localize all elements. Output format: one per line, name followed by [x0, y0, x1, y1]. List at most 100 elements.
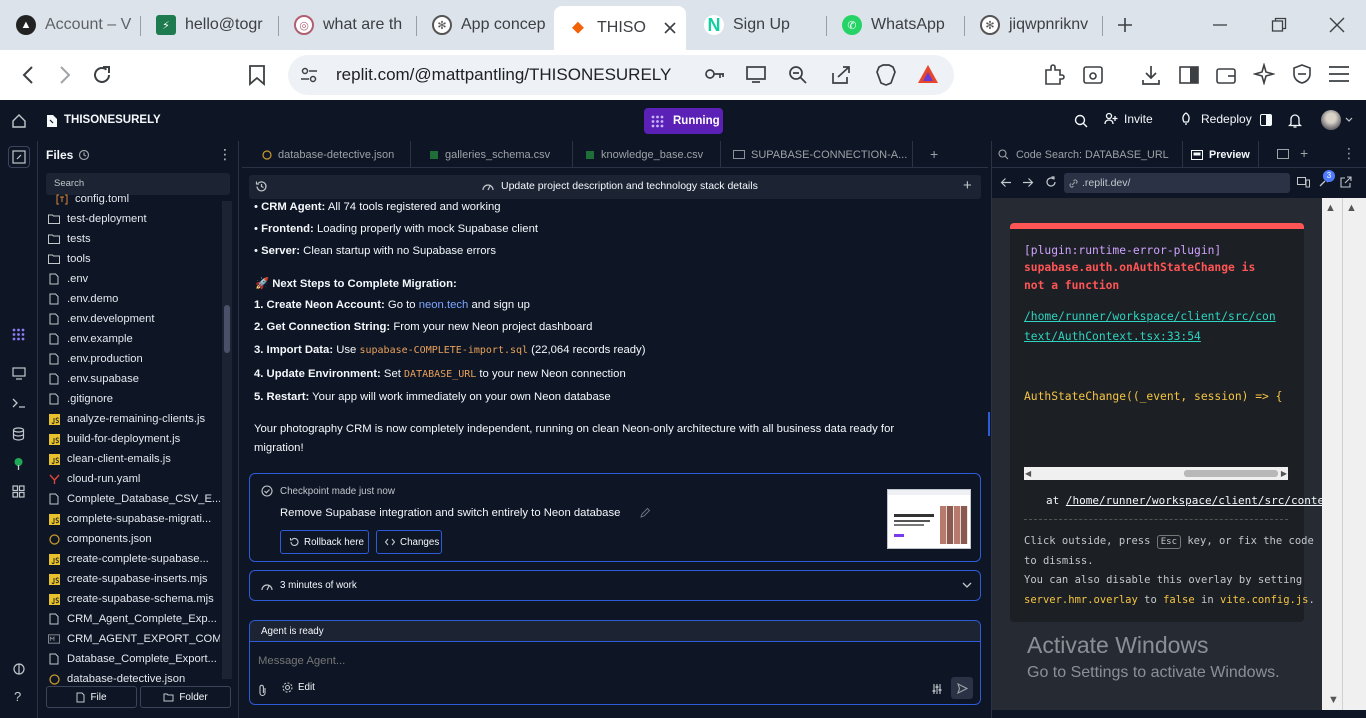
file-item[interactable]: .env.development — [48, 309, 220, 329]
pane-icon[interactable] — [1277, 149, 1289, 159]
agent-message-input[interactable] — [258, 651, 958, 671]
extensions-icon[interactable] — [1043, 64, 1065, 86]
bookmark-icon[interactable] — [248, 64, 266, 86]
key-icon[interactable] — [704, 65, 726, 83]
file-item[interactable]: cloud-run.yaml — [48, 469, 220, 489]
scroll-up-icon[interactable]: ▲ — [1325, 202, 1336, 214]
scroll-right-icon[interactable]: ▶ — [1281, 469, 1287, 478]
site-settings-icon[interactable] — [300, 67, 318, 83]
all-tools-icon[interactable] — [12, 485, 25, 498]
redeploy-button[interactable]: Redeploy — [1179, 112, 1252, 126]
stack-path[interactable]: /home/runner/workspace/client/src/contex — [1066, 494, 1331, 507]
file-scrollbar[interactable] — [222, 201, 232, 679]
zoom-icon[interactable] — [788, 65, 808, 85]
restore-icon[interactable] — [1271, 17, 1287, 33]
file-item[interactable]: .env.example — [48, 329, 220, 349]
browser-tab[interactable]: ⚡ hello@togr — [142, 6, 276, 44]
add-tab-icon[interactable]: + — [1300, 145, 1308, 161]
neon-link[interactable]: neon.tech — [419, 299, 469, 311]
more-options-icon[interactable]: ⋮ — [218, 147, 232, 161]
file-item[interactable]: Database_Complete_Export... — [48, 649, 220, 669]
back-icon[interactable] — [1000, 177, 1012, 188]
close-window-icon[interactable] — [1329, 17, 1345, 33]
monitor-icon[interactable] — [12, 367, 26, 380]
error-file-link[interactable]: text/AuthContext.tsx:33:54 — [1024, 330, 1201, 343]
leo-ai-icon[interactable] — [1253, 63, 1275, 85]
file-item[interactable]: .gitignore — [48, 389, 220, 409]
file-item[interactable]: CRM_Agent_Complete_Exp... — [48, 609, 220, 629]
brave-shield-icon[interactable] — [876, 64, 896, 86]
editor-tab[interactable]: database-detective.json — [250, 141, 411, 168]
downloads-icon[interactable] — [1140, 64, 1162, 86]
editor-tab[interactable]: knowledge_base.csv — [573, 141, 721, 168]
install-app-icon[interactable] — [746, 65, 768, 83]
folder-item[interactable]: tests — [48, 229, 220, 249]
wallet-icon[interactable] — [1215, 64, 1237, 86]
attach-icon[interactable] — [258, 684, 267, 697]
code-horizontal-scrollbar[interactable]: ◀ ▶ — [1024, 467, 1288, 480]
file-item[interactable]: Complete_Database_CSV_E... — [48, 489, 220, 509]
more-options-icon[interactable]: ⋮ — [1342, 145, 1356, 162]
forward-icon[interactable] — [1022, 177, 1034, 188]
editor-tab[interactable]: galleries_schema.csv — [417, 141, 573, 168]
checkpoint-thumbnail[interactable] — [887, 489, 971, 549]
file-item[interactable]: build-for-deployment.js — [48, 429, 220, 449]
tree-icon[interactable] — [12, 457, 25, 471]
database-icon[interactable] — [12, 427, 25, 441]
browser-tab[interactable]: ✻ App concep — [418, 6, 552, 44]
bell-icon[interactable] — [1288, 113, 1302, 128]
project-name[interactable]: THISONESURELY — [64, 114, 161, 126]
file-item[interactable]: .env.production — [48, 349, 220, 369]
sliders-icon[interactable] — [931, 683, 943, 695]
shell-icon[interactable] — [12, 397, 26, 409]
avatar[interactable] — [1321, 110, 1341, 130]
file-item[interactable]: clean-client-emails.js — [48, 449, 220, 469]
file-item[interactable]: config.toml — [56, 189, 228, 209]
help-icon[interactable]: ? — [14, 689, 21, 704]
workflow-dots-icon[interactable] — [12, 328, 25, 341]
browser-tab[interactable]: ▲ Account – V — [2, 6, 138, 44]
run-button[interactable]: Running — [644, 108, 723, 134]
brave-rewards-icon[interactable] — [917, 64, 939, 84]
resize-handle[interactable] — [988, 412, 990, 436]
browser-tab-active[interactable]: ⬥ THISO — [554, 6, 686, 50]
file-item[interactable]: create-supabase-inserts.mjs — [48, 569, 220, 589]
invite-button[interactable]: Invite — [1104, 112, 1153, 126]
file-item[interactable]: .env — [48, 269, 220, 289]
files-toggle-icon[interactable] — [8, 146, 30, 168]
new-chat-icon[interactable]: + — [963, 177, 972, 194]
pane-divider[interactable] — [238, 141, 242, 718]
file-item[interactable]: create-complete-supabase... — [48, 549, 220, 569]
scroll-left-icon[interactable]: ◀ — [1025, 469, 1031, 478]
reload-icon[interactable] — [1045, 176, 1057, 188]
browser-tab[interactable]: N Sign Up — [690, 6, 824, 44]
home-icon[interactable] — [12, 114, 26, 128]
changes-button[interactable]: Changes — [376, 530, 442, 554]
browser-tab[interactable]: ✻ jiqwpnriknv — [966, 6, 1100, 44]
close-icon[interactable] — [664, 22, 676, 34]
new-tab-icon[interactable] — [1116, 16, 1134, 34]
code-search-tab[interactable]: Code Search: DATABASE_URL — [998, 141, 1169, 168]
file-item[interactable]: create-supabase-schema.mjs — [48, 589, 220, 609]
preview-scrollbars[interactable]: ▲ ▲ ▼ — [1322, 198, 1366, 710]
rollback-button[interactable]: Rollback here — [280, 530, 369, 554]
history-icon[interactable] — [78, 149, 90, 161]
chevron-down-icon[interactable] — [962, 582, 972, 589]
minimize-icon[interactable] — [1212, 18, 1228, 32]
work-summary[interactable]: 3 minutes of work — [249, 570, 981, 601]
scroll-thumb[interactable] — [1184, 470, 1278, 477]
new-editor-tab-icon[interactable]: + — [930, 146, 938, 162]
reload-icon[interactable] — [91, 64, 113, 86]
share-icon[interactable] — [831, 65, 851, 85]
file-item[interactable]: CRM_AGENT_EXPORT_COM... — [48, 629, 220, 649]
forward-icon[interactable] — [57, 65, 73, 85]
open-external-icon[interactable] — [1340, 176, 1352, 188]
scroll-down-icon[interactable]: ▼ — [1328, 694, 1339, 706]
reader-icon[interactable] — [1082, 64, 1104, 86]
browser-tab[interactable]: ✆ WhatsApp — [828, 6, 962, 44]
scroll-up-icon[interactable]: ▲ — [1346, 202, 1357, 214]
error-file-link[interactable]: /home/runner/workspace/client/src/con — [1024, 310, 1276, 323]
vpn-icon[interactable] — [1291, 63, 1313, 85]
preview-url-input[interactable]: .replit.dev/ — [1064, 173, 1290, 193]
deployments-icon[interactable] — [1260, 114, 1272, 126]
